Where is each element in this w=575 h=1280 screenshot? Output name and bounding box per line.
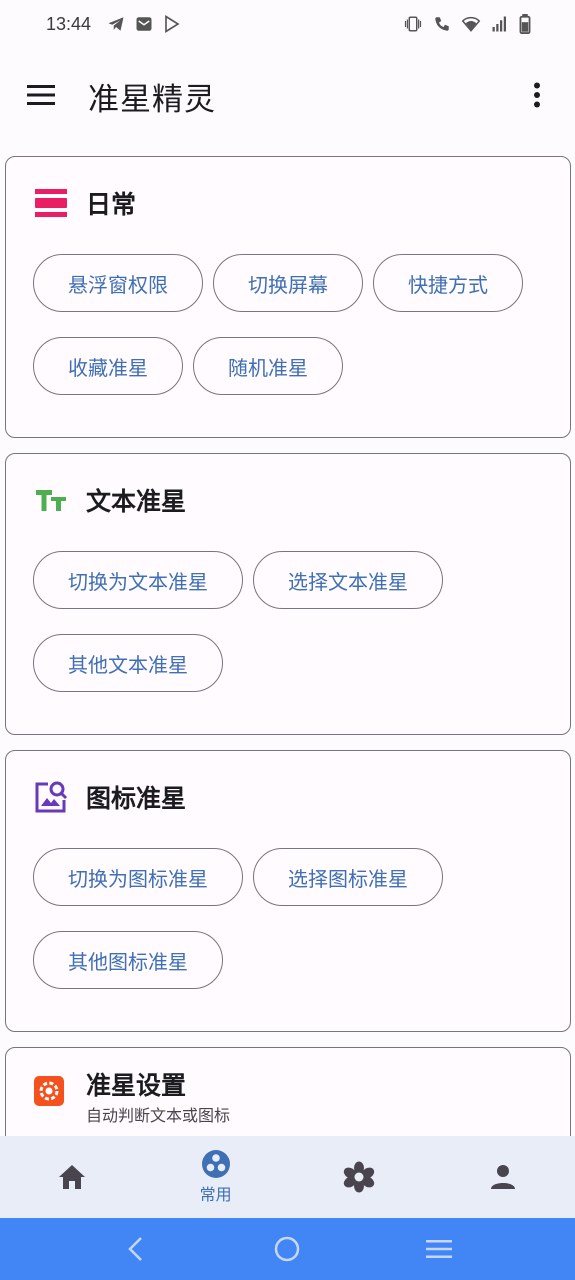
select-icon-crosshair-chip[interactable]: 选择图标准星: [253, 848, 443, 906]
text-size-icon: [34, 483, 68, 517]
mail-icon: [135, 15, 153, 33]
play-store-icon: [163, 15, 181, 33]
bottom-navigation: 常用: [0, 1136, 575, 1218]
vibrate-icon: [403, 15, 423, 33]
system-navigation-bar: [0, 1218, 575, 1280]
nav-flower[interactable]: [288, 1136, 432, 1218]
nav-label-common: 常用: [199, 1185, 232, 1204]
favorite-crosshair-chip[interactable]: 收藏准星: [33, 337, 183, 395]
nav-home[interactable]: [0, 1136, 144, 1218]
float-window-permission-chip[interactable]: 悬浮窗权限: [33, 254, 203, 312]
circle-home-icon: [275, 1236, 300, 1262]
home-system-button[interactable]: [263, 1225, 311, 1273]
nav-profile[interactable]: [431, 1136, 575, 1218]
icon-crosshair-section-card: 图标准星 切换为图标准星 选择图标准星 其他图标准星: [5, 750, 571, 1032]
switch-to-text-crosshair-chip[interactable]: 切换为文本准星: [33, 551, 243, 609]
daily-section-card: 日常 悬浮窗权限 切换屏幕 快捷方式 收藏准星 随机准星: [5, 156, 571, 438]
flower-icon: [344, 1161, 375, 1193]
app-bar: 准星精灵: [0, 60, 575, 130]
signal-icon: [491, 15, 509, 33]
shortcut-chip[interactable]: 快捷方式: [373, 254, 523, 312]
section-title: 日常: [86, 190, 137, 219]
menu-button[interactable]: [24, 78, 58, 112]
select-text-crosshair-chip[interactable]: 选择文本准星: [253, 551, 443, 609]
more-vert-icon: [534, 82, 540, 108]
bubbles-icon: [201, 1150, 230, 1178]
text-crosshair-section-card: 文本准星 切换为文本准星 选择文本准星 其他文本准星: [5, 453, 571, 735]
back-icon: [128, 1237, 142, 1261]
app-title: 准星精灵: [88, 82, 216, 118]
more-options-button[interactable]: [519, 76, 555, 114]
status-time: 13:44: [46, 13, 92, 34]
back-button[interactable]: [112, 1225, 160, 1273]
other-icon-crosshair-chip[interactable]: 其他图标准星: [33, 931, 223, 989]
nav-common[interactable]: 常用: [144, 1136, 288, 1218]
hamburger-menu-icon: [27, 85, 55, 105]
wifi-icon: [461, 15, 481, 33]
recents-button[interactable]: [415, 1225, 463, 1273]
wifi-call-icon: [433, 15, 451, 33]
switch-to-icon-crosshair-chip[interactable]: 切换为图标准星: [33, 848, 243, 906]
daily-icon: [34, 186, 68, 220]
image-search-icon: [34, 780, 68, 814]
recents-menu-icon: [426, 1240, 453, 1258]
home-icon: [58, 1165, 85, 1189]
section-title: 文本准星: [86, 487, 187, 516]
section-title: 图标准星: [86, 784, 187, 813]
person-icon: [491, 1165, 516, 1189]
status-bar: 13:44: [0, 0, 575, 48]
settings-subtitle: 自动判断文本或图标: [86, 1106, 231, 1125]
switch-screen-chip[interactable]: 切换屏幕: [213, 254, 363, 312]
settings-title: 准星设置: [86, 1071, 187, 1100]
battery-icon: [519, 14, 531, 34]
telegram-icon: [107, 15, 125, 33]
random-crosshair-chip[interactable]: 随机准星: [193, 337, 343, 395]
settings-gear-icon: [34, 1076, 66, 1108]
other-text-crosshair-chip[interactable]: 其他文本准星: [33, 634, 223, 692]
